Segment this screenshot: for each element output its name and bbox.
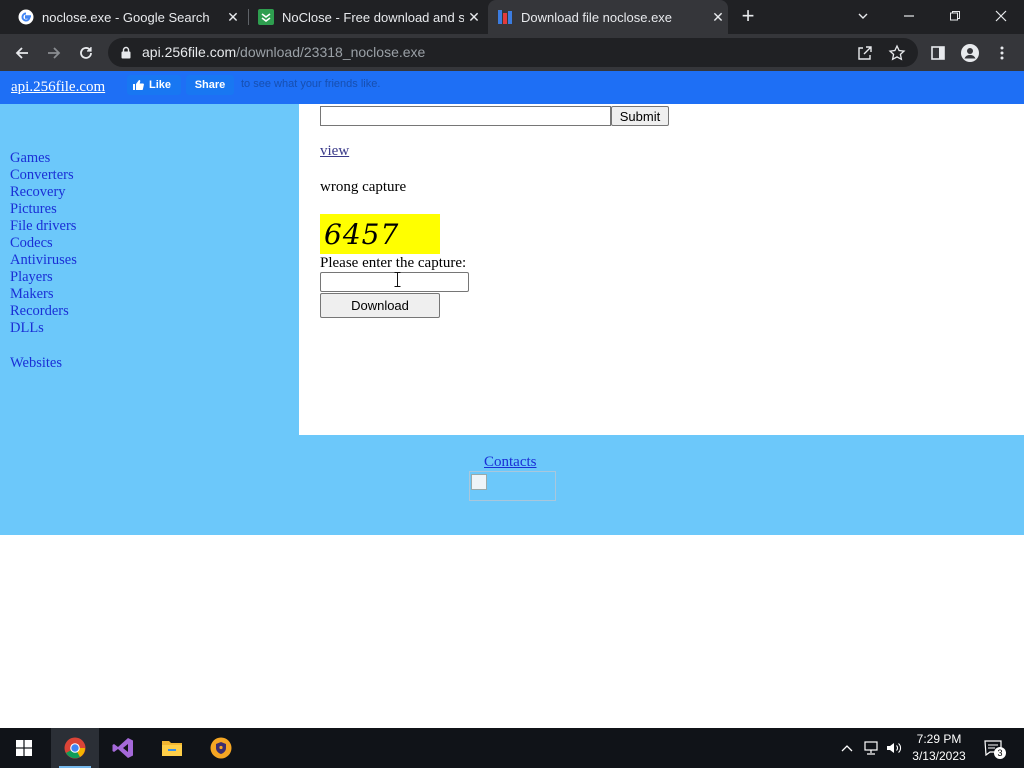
tab-noclose-download[interactable]: NoClose - Free download and so ✕ (258, 0, 484, 34)
sidebar-item-games[interactable]: Games (10, 150, 50, 167)
address-bar[interactable]: api.256file.com/download/23318_noclose.e… (108, 38, 918, 67)
view-link[interactable]: view (320, 143, 349, 160)
lock-icon[interactable] (120, 46, 132, 64)
tab-title: NoClose - Free download and so (282, 9, 464, 25)
main-content: Submit view wrong capture 6457 Please en… (300, 104, 1024, 435)
url-host: api.256file.com (142, 44, 237, 60)
facebook-social-text: to see what your friends like. (241, 78, 381, 90)
clock-time: 7:29 PM (916, 732, 962, 746)
tab-google-search[interactable]: noclose.exe - Google Search ✕ (18, 0, 243, 34)
google-icon (18, 9, 34, 25)
notification-center-icon[interactable]: 3 (983, 738, 1006, 759)
site-header: api.256file.com Like Share to see what y… (0, 71, 1024, 104)
sidebar-item-pictures[interactable]: Pictures (10, 201, 57, 218)
contacts-link[interactable]: Contacts (484, 454, 537, 471)
visual-studio-icon[interactable] (99, 728, 147, 768)
sidebar-item-websites[interactable]: Websites (10, 355, 62, 372)
url-path: /download/23318_noclose.exe (236, 44, 426, 60)
tab-divider (248, 9, 249, 25)
volume-icon[interactable] (884, 738, 904, 758)
download-button[interactable]: Download (320, 293, 440, 318)
site-home-link[interactable]: api.256file.com (11, 79, 105, 96)
close-tab-icon[interactable]: ✕ (708, 7, 728, 27)
like-label: Like (149, 79, 172, 91)
error-message: wrong capture (320, 179, 407, 195)
facebook-share-button[interactable]: Share (186, 75, 234, 95)
notification-count-badge: 3 (994, 747, 1006, 759)
new-tab-button[interactable]: + (736, 4, 760, 28)
sidebar-item-dlls[interactable]: DLLs (10, 320, 44, 337)
forward-icon[interactable] (41, 40, 67, 66)
text-cursor-icon (394, 272, 401, 292)
file-explorer-icon[interactable] (148, 728, 196, 768)
sidebar-item-makers[interactable]: Makers (10, 286, 54, 303)
browser-toolbar: api.256file.com/download/23318_noclose.e… (0, 34, 1024, 71)
share-icon[interactable] (856, 44, 874, 62)
thumbs-up-icon (132, 79, 144, 91)
sidebar-item-players[interactable]: Players (10, 269, 53, 286)
menu-kebab-icon[interactable] (989, 40, 1015, 66)
tab-download-file[interactable]: Download file noclose.exe ✕ (488, 0, 728, 34)
system-clock[interactable]: 7:29 PM 3/13/2023 (908, 731, 970, 765)
side-panel-icon[interactable] (925, 40, 951, 66)
sidebar-item-antiviruses[interactable]: Antiviruses (10, 252, 77, 269)
close-window-icon[interactable] (978, 0, 1024, 32)
tab-title: Download file noclose.exe (521, 9, 673, 25)
back-icon[interactable] (9, 40, 35, 66)
minimize-icon[interactable] (886, 0, 932, 32)
clock-date: 3/13/2023 (912, 749, 966, 763)
tab-title: noclose.exe - Google Search (42, 9, 210, 25)
download-site-icon (258, 9, 274, 25)
search-input[interactable] (320, 106, 611, 126)
profile-avatar-icon[interactable] (957, 40, 983, 66)
network-icon[interactable] (861, 738, 881, 758)
close-tab-icon[interactable]: ✕ (464, 7, 484, 27)
bookmark-star-icon[interactable] (888, 44, 906, 62)
vpn-shield-icon[interactable] (197, 728, 245, 768)
submit-button[interactable]: Submit (611, 106, 669, 126)
close-tab-icon[interactable]: ✕ (223, 7, 243, 27)
restore-icon[interactable] (932, 0, 978, 32)
broken-image-icon (469, 471, 556, 501)
sidebar-item-converters[interactable]: Converters (10, 167, 74, 184)
chevron-up-icon[interactable] (837, 738, 857, 758)
web-page: api.256file.com Like Share to see what y… (0, 71, 1024, 728)
windows-taskbar: 7:29 PM 3/13/2023 3 (0, 728, 1024, 768)
captcha-image: 6457 (320, 214, 440, 254)
captcha-code: 6457 (324, 218, 400, 251)
site-footer: Contacts (0, 435, 1024, 535)
category-sidebar: Games Converters Recovery Pictures File … (0, 104, 299, 435)
sidebar-item-recovery[interactable]: Recovery (10, 184, 66, 201)
chrome-taskbar-icon[interactable] (51, 728, 99, 768)
url-text: api.256file.com/download/23318_noclose.e… (142, 44, 425, 60)
sidebar-item-file-drivers[interactable]: File drivers (10, 218, 76, 235)
windows-start-icon[interactable] (0, 728, 48, 768)
site-favicon-icon (497, 9, 513, 25)
reload-icon[interactable] (73, 40, 99, 66)
captcha-prompt: Please enter the capture: (320, 255, 467, 271)
tab-strip: noclose.exe - Google Search ✕ NoClose - … (0, 0, 1024, 34)
tab-search-chevron-icon[interactable] (840, 0, 886, 32)
sidebar-item-recorders[interactable]: Recorders (10, 303, 69, 320)
facebook-like-button[interactable]: Like (127, 75, 181, 95)
sidebar-item-codecs[interactable]: Codecs (10, 235, 53, 252)
